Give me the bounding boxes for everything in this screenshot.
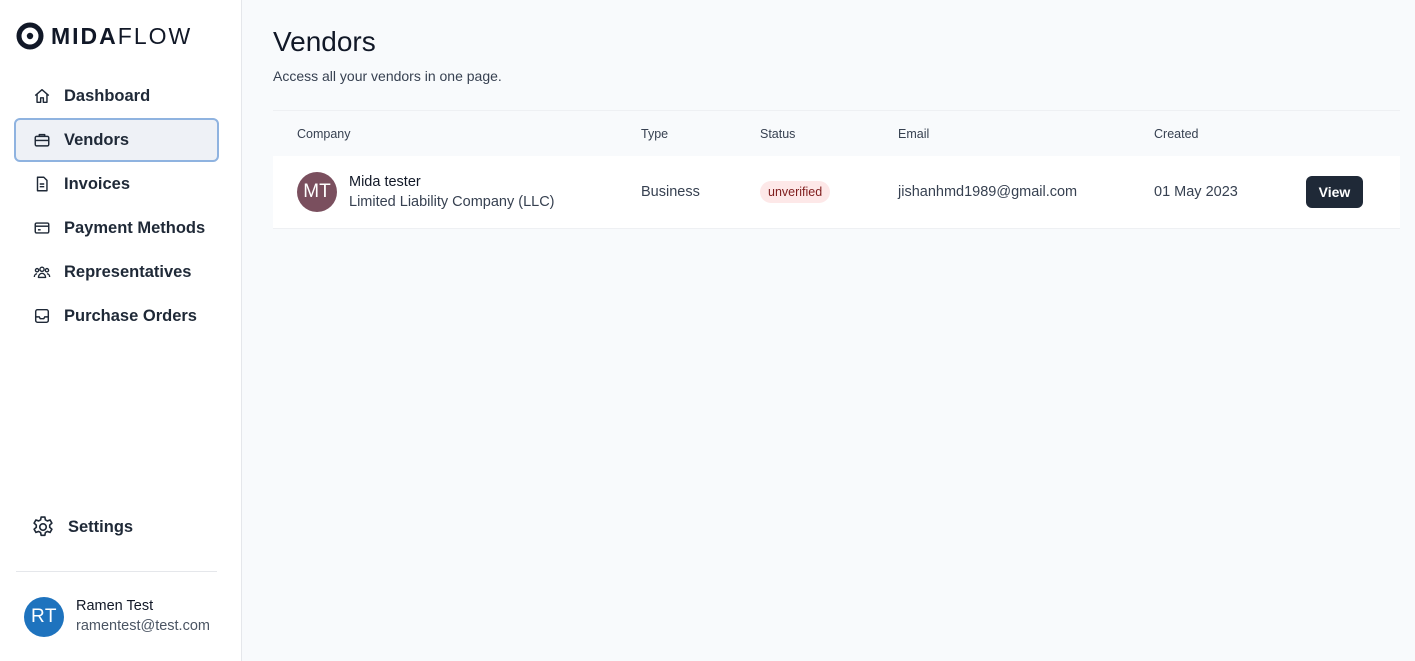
sidebar-item-label: Payment Methods	[64, 218, 206, 237]
main-content: Vendors Access all your vendors in one p…	[242, 0, 1415, 661]
brand-name: MIDAFLOW	[51, 22, 193, 49]
gear-icon	[33, 516, 53, 537]
midaflow-logo-icon	[16, 22, 44, 50]
sidebar-item-vendors[interactable]: Vendors	[14, 118, 219, 162]
vendor-avatar: MT	[297, 172, 337, 212]
column-header-created: Created	[1154, 127, 1199, 141]
column-header-type: Type	[641, 127, 669, 141]
vendor-company-kind: Limited Liability Company (LLC)	[349, 194, 555, 210]
user-info: Ramen Test ramentest@test.com	[76, 597, 210, 637]
settings-button[interactable]: Settings	[30, 512, 133, 542]
vendor-name: Mida tester	[349, 174, 421, 190]
user-name: Ramen Test	[76, 598, 154, 614]
brand-logo[interactable]: MIDAFLOW	[16, 22, 192, 50]
users-icon	[32, 262, 52, 282]
sidebar-item-label: Invoices	[64, 174, 131, 193]
briefcase-icon	[32, 130, 52, 150]
user-profile[interactable]: RT Ramen Test ramentest@test.com	[24, 597, 210, 637]
vendor-email: jishanhmd1989@gmail.com	[898, 184, 1078, 200]
page-title: Vendors	[273, 26, 376, 57]
column-header-email: Email	[898, 127, 930, 141]
vendor-type: Business	[641, 184, 700, 200]
sidebar-item-label: Representatives	[64, 262, 192, 281]
sidebar-item-purchase-orders[interactable]: Purchase Orders	[14, 294, 219, 338]
column-header-company: Company	[297, 127, 351, 141]
sidebar-item-label: Purchase Orders	[64, 306, 197, 325]
settings-label: Settings	[68, 517, 134, 536]
page-subtitle: Access all your vendors in one page.	[273, 68, 502, 84]
inbox-icon	[32, 306, 52, 326]
status-badge: unverified	[760, 181, 831, 203]
vendors-table: Company Type Status Email Created MT Mid…	[273, 110, 1400, 229]
sidebar: MIDAFLOW Dashboard Vendors Invoices Paym…	[0, 0, 242, 661]
sidebar-nav: Dashboard Vendors Invoices Payment Metho…	[14, 74, 219, 338]
table-header: Company Type Status Email Created	[273, 110, 1400, 156]
sidebar-item-label: Dashboard	[64, 86, 151, 105]
document-icon	[32, 174, 52, 194]
sidebar-item-representatives[interactable]: Representatives	[14, 250, 219, 294]
sidebar-item-invoices[interactable]: Invoices	[14, 162, 219, 206]
user-email: ramentest@test.com	[76, 618, 210, 634]
home-icon	[32, 86, 52, 106]
sidebar-item-payment-methods[interactable]: Payment Methods	[14, 206, 219, 250]
vendor-created-date: 01 May 2023	[1154, 184, 1238, 200]
avatar: RT	[24, 597, 64, 637]
credit-card-icon	[32, 218, 52, 238]
table-row: MT Mida tester Limited Liability Company…	[273, 156, 1400, 229]
column-header-status: Status	[760, 127, 796, 141]
sidebar-item-dashboard[interactable]: Dashboard	[14, 74, 219, 118]
sidebar-divider	[16, 571, 217, 572]
view-button[interactable]: View	[1306, 176, 1363, 208]
sidebar-item-label: Vendors	[64, 130, 130, 149]
